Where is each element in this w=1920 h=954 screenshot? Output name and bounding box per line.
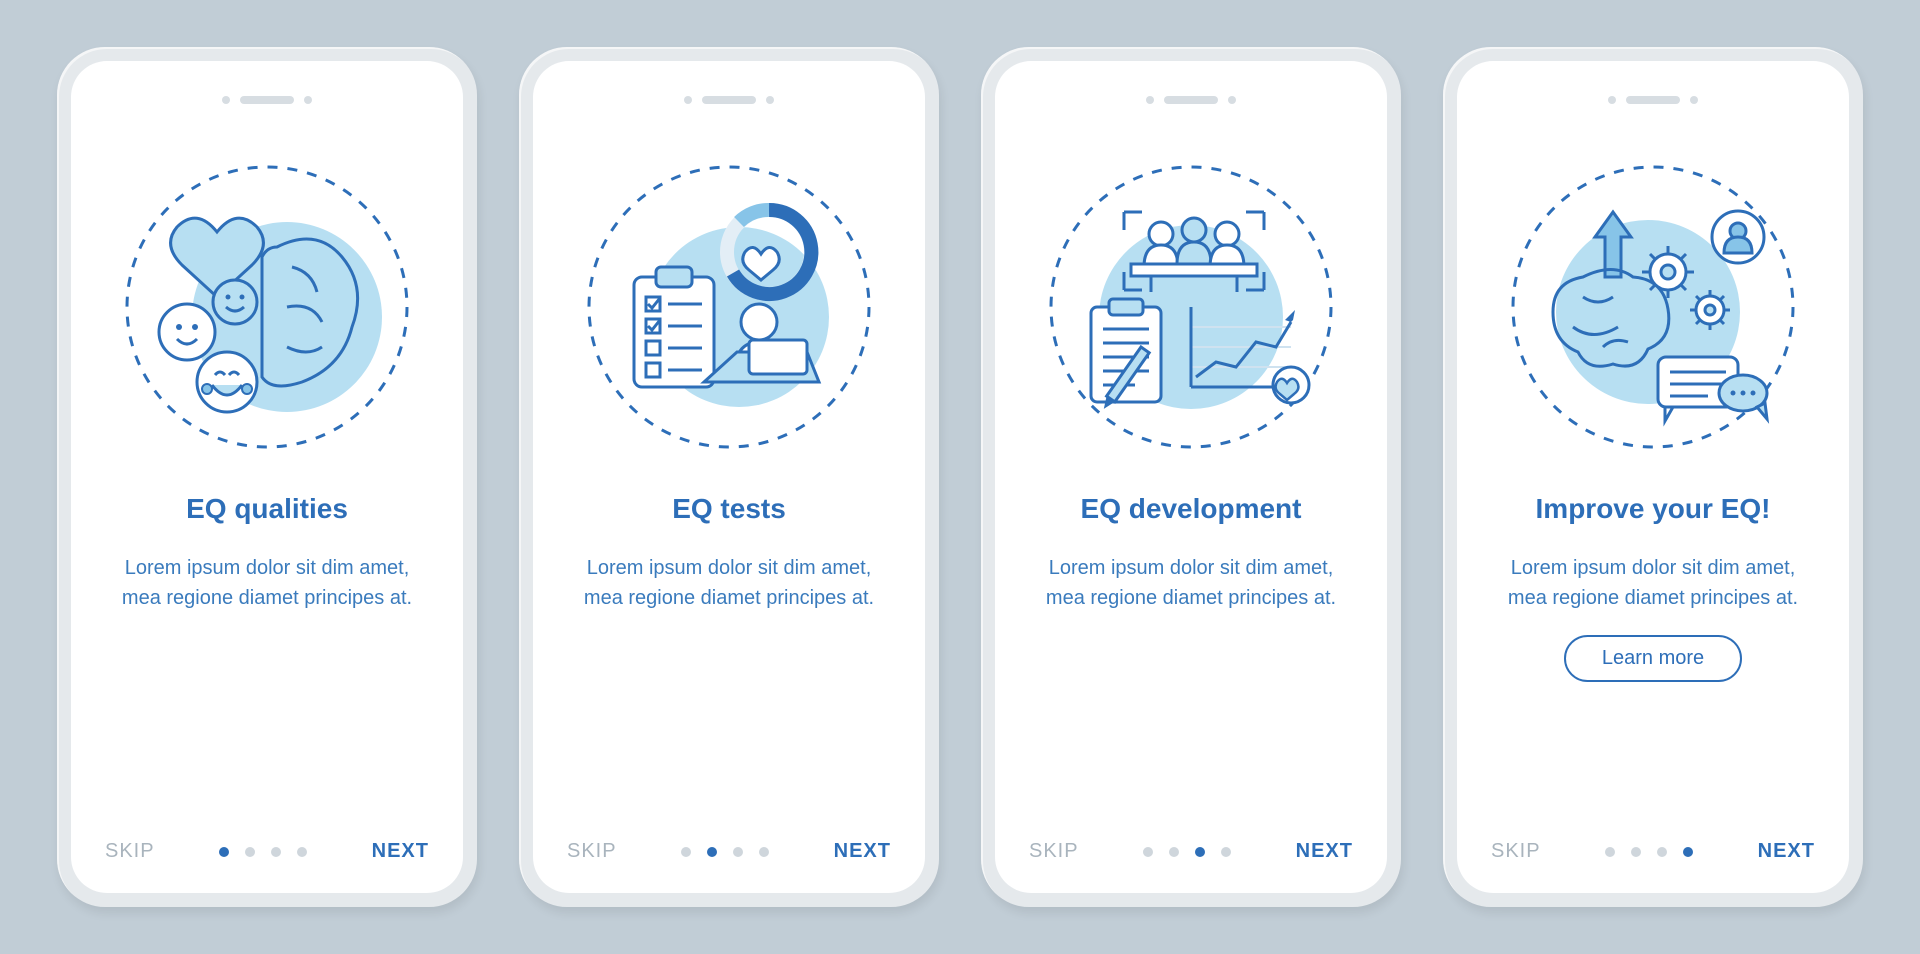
- page-dot: [1657, 847, 1667, 857]
- onboarding-screen-1: EQ qualities Lorem ipsum dolor sit dim a…: [71, 61, 463, 893]
- page-dot: [271, 847, 281, 857]
- phone-sensors: [1491, 91, 1815, 109]
- phone-frame: EQ tests Lorem ipsum dolor sit dim amet,…: [519, 47, 939, 907]
- phone-frame: Improve your EQ! Lorem ipsum dolor sit d…: [1443, 47, 1863, 907]
- next-button[interactable]: NEXT: [1296, 840, 1353, 863]
- phone-frame: EQ development Lorem ipsum dolor sit dim…: [981, 47, 1401, 907]
- eq-qualities-icon: [117, 157, 417, 457]
- phone-sensors: [105, 91, 429, 109]
- page-indicator: [219, 847, 307, 857]
- next-button[interactable]: NEXT: [1758, 840, 1815, 863]
- next-button[interactable]: NEXT: [834, 840, 891, 863]
- page-dot: [245, 847, 255, 857]
- page-dot: [707, 847, 717, 857]
- page-dot: [759, 847, 769, 857]
- improve-eq-icon: [1503, 157, 1803, 457]
- onboarding-nav: SKIP NEXT: [1491, 840, 1815, 863]
- onboarding-screen-2: EQ tests Lorem ipsum dolor sit dim amet,…: [533, 61, 925, 893]
- page-dot: [1683, 847, 1693, 857]
- onboarding-screen-3: EQ development Lorem ipsum dolor sit dim…: [995, 61, 1387, 893]
- page-indicator: [1605, 847, 1693, 857]
- onboarding-body: Lorem ipsum dolor sit dim amet, mea regi…: [107, 553, 427, 613]
- page-dot: [733, 847, 743, 857]
- onboarding-nav: SKIP NEXT: [1029, 840, 1353, 863]
- onboarding-body: Lorem ipsum dolor sit dim amet, mea regi…: [1031, 553, 1351, 613]
- onboarding-body: Lorem ipsum dolor sit dim amet, mea regi…: [1493, 553, 1813, 613]
- onboarding-nav: SKIP NEXT: [105, 840, 429, 863]
- page-dot: [1195, 847, 1205, 857]
- page-dot: [1631, 847, 1641, 857]
- onboarding-body: Lorem ipsum dolor sit dim amet, mea regi…: [569, 553, 889, 613]
- onboarding-title: EQ tests: [672, 493, 786, 525]
- skip-button[interactable]: SKIP: [105, 840, 155, 863]
- page-dot: [219, 847, 229, 857]
- page-dot: [297, 847, 307, 857]
- onboarding-nav: SKIP NEXT: [567, 840, 891, 863]
- page-dot: [1221, 847, 1231, 857]
- page-dot: [1605, 847, 1615, 857]
- eq-tests-icon: [579, 157, 879, 457]
- phone-frame: EQ qualities Lorem ipsum dolor sit dim a…: [57, 47, 477, 907]
- learn-more-button[interactable]: Learn more: [1564, 635, 1742, 682]
- eq-development-icon: [1041, 157, 1341, 457]
- page-indicator: [1143, 847, 1231, 857]
- page-dot: [1143, 847, 1153, 857]
- onboarding-screen-4: Improve your EQ! Lorem ipsum dolor sit d…: [1457, 61, 1849, 893]
- skip-button[interactable]: SKIP: [567, 840, 617, 863]
- page-dot: [1169, 847, 1179, 857]
- phone-sensors: [567, 91, 891, 109]
- skip-button[interactable]: SKIP: [1029, 840, 1079, 863]
- next-button[interactable]: NEXT: [372, 840, 429, 863]
- page-indicator: [681, 847, 769, 857]
- phone-sensors: [1029, 91, 1353, 109]
- page-dot: [681, 847, 691, 857]
- skip-button[interactable]: SKIP: [1491, 840, 1541, 863]
- onboarding-title: Improve your EQ!: [1536, 493, 1771, 525]
- onboarding-title: EQ development: [1081, 493, 1302, 525]
- onboarding-title: EQ qualities: [186, 493, 348, 525]
